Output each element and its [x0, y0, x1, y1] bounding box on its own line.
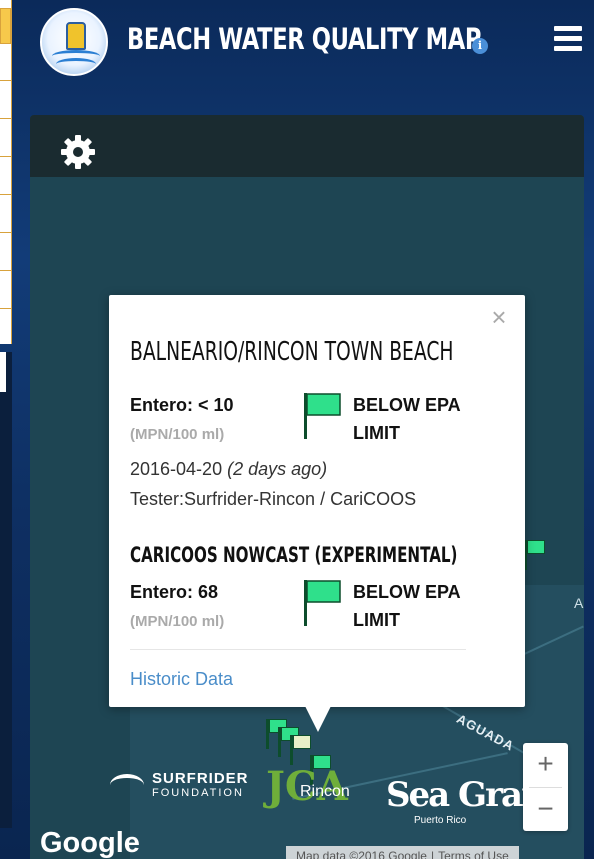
google-logo: Google — [40, 827, 140, 859]
divider — [0, 156, 11, 157]
close-icon[interactable]: × — [487, 304, 511, 330]
wave-shape — [56, 58, 96, 70]
sample-status: BELOW EPA LIMIT — [353, 391, 483, 447]
beach-info-popup: × BALNEARIO/RINCON TOWN BEACH Entero: < … — [109, 295, 525, 707]
divider — [0, 308, 11, 309]
surfrider-logo-subtext: FOUNDATION — [152, 787, 244, 799]
sample-relative-date: (2 days ago) — [227, 459, 328, 479]
flag-cloth — [293, 735, 311, 749]
map-toolbar — [30, 115, 584, 177]
hamburger-menu-icon[interactable] — [554, 26, 582, 52]
surfrider-wave-mark — [110, 774, 144, 796]
adjacent-panel-highlight — [0, 8, 11, 44]
map-place-label-rincon: Rincon — [300, 783, 350, 800]
flag-cloth — [527, 540, 545, 554]
zoom-in-button[interactable]: + — [523, 743, 568, 787]
nowcast-units: (MPN/100 ml) — [130, 613, 225, 630]
menu-bar — [554, 46, 582, 51]
sample-status-line1: BELOW EPA — [353, 395, 461, 415]
flag-icon — [304, 393, 341, 439]
divider — [0, 232, 11, 233]
adjacent-map-fragment — [0, 352, 12, 828]
adjacent-panel-fragment — [0, 0, 12, 344]
beach-name-title: BALNEARIO/RINCON TOWN BEACH — [130, 337, 454, 367]
nowcast-status-line2: LIMIT — [353, 610, 400, 630]
terms-of-use-link[interactable]: Terms of Use — [434, 849, 513, 859]
divider — [0, 118, 11, 119]
menu-bar — [554, 26, 582, 31]
beach-flag-marker[interactable] — [524, 540, 546, 570]
nowcast-title: CARICOOS NOWCAST (EXPERIMENTAL) — [130, 543, 458, 567]
app-header: BEACH WATER QUALITY MAP i — [24, 0, 594, 90]
sample-date: 2016-04-20 (2 days ago) — [130, 459, 327, 480]
buoy-logo-icon[interactable] — [40, 8, 108, 76]
map-attribution: Map data ©2016 Google | Terms of Use — [286, 846, 519, 859]
map-data-attribution: Map data ©2016 Google — [296, 849, 427, 859]
flag-icon — [304, 580, 341, 626]
adjacent-toolbar-fragment — [0, 352, 6, 392]
zoom-out-button[interactable]: − — [523, 788, 568, 832]
sample-entero-value: Entero: < 10 — [130, 395, 234, 415]
site-title: BEACH WATER QUALITY MAP — [127, 22, 482, 56]
divider — [0, 194, 11, 195]
map-place-label: A — [574, 595, 584, 611]
gear-icon[interactable] — [58, 132, 98, 172]
nowcast-status-line1: BELOW EPA — [353, 582, 461, 602]
historic-data-link[interactable]: Historic Data — [130, 669, 233, 690]
divider — [0, 80, 11, 81]
nowcast-status: BELOW EPA LIMIT — [353, 578, 483, 634]
zoom-controls: + − — [523, 743, 568, 831]
sample-tester: Tester:Surfrider-Rincon / CariCOOS — [130, 489, 417, 509]
buoy-shape — [66, 22, 86, 50]
surfrider-logo-text: SURFRIDER — [152, 770, 249, 787]
divider — [0, 270, 11, 271]
sample-status-line2: LIMIT — [353, 423, 400, 443]
popup-divider — [130, 649, 466, 650]
nowcast-entero-value: Entero: 68 — [130, 582, 219, 602]
popup-pointer — [305, 706, 331, 732]
menu-bar — [554, 36, 582, 41]
sample-date-value: 2016-04-20 — [130, 459, 223, 479]
sample-units: (MPN/100 ml) — [130, 426, 225, 443]
info-icon[interactable]: i — [472, 38, 488, 54]
beach-flag-marker-selected[interactable] — [290, 735, 312, 765]
